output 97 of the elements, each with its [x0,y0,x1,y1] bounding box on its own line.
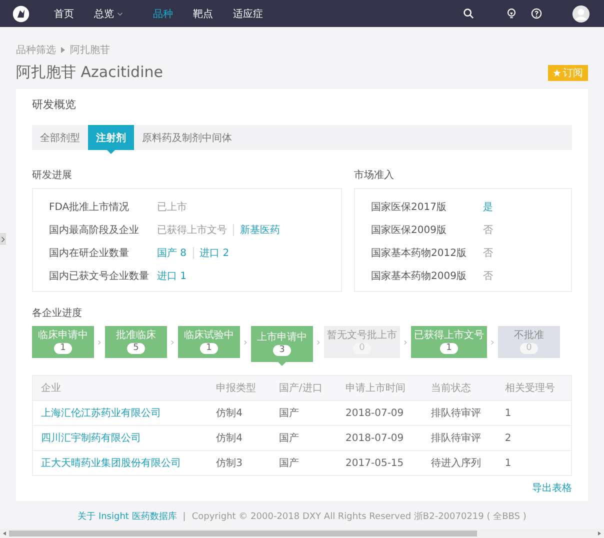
table-cell: 国产 [270,400,338,426]
nav-link[interactable]: 品种 [153,6,173,20]
stage-label: 临床申请中 [38,330,88,341]
stage-step[interactable]: 批准临床 5 [105,326,167,358]
star-icon [553,68,561,76]
help-icon[interactable] [531,8,542,19]
count-badge: 0 [520,343,538,354]
field-label: 国家基本药物2012版 [371,246,468,260]
table-cell: 2 [496,426,572,450]
table-cell: 2018-07-09 [338,426,423,450]
field-label: 国内已获文号企业数量 [49,270,150,282]
stage-step[interactable]: 暂无文号批上市 0 [324,326,400,358]
breadcrumb-link[interactable]: 阿扎胞苷 [70,43,110,57]
chevron-icon [317,340,320,344]
field-value: 否 [483,224,493,236]
count-badge: 1 [440,343,458,354]
field-value: 已获得上市文号 [157,224,227,236]
stage-step[interactable]: 已获得上市文号 1 [411,326,487,358]
table-cell: 国产 [270,450,338,476]
table-cell: 排队待审评 [422,426,497,450]
value-link[interactable]: 进口 2 [200,246,230,260]
stage-label: 批准临床 [116,330,156,341]
table-cell: 仿制4 [208,426,271,450]
field-label: 国内在研企业数量 [49,246,130,260]
tab[interactable]: 原料药及制剂中间体 [134,125,240,150]
chevron-icon [491,340,494,344]
section-title: 研发概览 [32,97,77,112]
company-link[interactable]: 上海汇伦江苏药业有限公司 [32,400,208,426]
section-title: 各企业进度 [32,306,83,320]
field-label: 国家医保2009版 [371,224,448,236]
value-link[interactable]: 是 [483,200,493,214]
table-cell: 1 [496,400,572,426]
table-cell: 仿制4 [208,400,271,426]
stage-label: 上市申请中 [257,332,307,343]
nav-link[interactable]: 首页 [54,6,74,20]
section-title: 研发进展 [32,168,73,182]
table-cell: 2018-07-09 [338,400,423,426]
chevron-icon [404,340,407,344]
count-badge: 1 [54,343,72,354]
tab[interactable]: 全部剂型 [32,125,88,150]
column-header: 当前状态 [422,376,497,400]
company-link[interactable]: 正大天晴药业集团股份有限公司 [32,450,208,476]
nav-link[interactable]: 适应症 [233,6,263,20]
separator: | [182,512,186,522]
count-badge: 1 [200,343,218,354]
page-title: 阿扎胞苷 Azacitidine [16,63,163,82]
lightbulb-icon[interactable] [506,8,517,19]
value-link[interactable]: 国产 8 [157,246,187,260]
stage-step[interactable]: 不批准 0 [498,326,560,358]
stage-label: 已获得上市文号 [414,330,484,341]
expand-arrow-icon[interactable] [0,233,6,245]
footer-link[interactable]: 关于 Insight 医药数据库 [78,510,177,523]
copyright-text: Copyright © 2000-2018 DXY All Rights Reserved 浙B2-20070219 ( 全BBS ) [192,510,526,523]
avatar-icon[interactable] [572,4,590,22]
table-cell: 国产 [270,426,338,450]
field-value: 否 [483,270,493,282]
caret-icon [117,12,123,16]
value-link[interactable]: 新基医药 [240,222,280,236]
stage-step[interactable]: 临床试验中 1 [178,326,240,358]
field-label: FDA批准上市情况 [49,200,130,214]
section-title: 市场准入 [354,168,395,182]
nav-link[interactable]: 总览 [94,6,123,20]
chevron-icon [98,340,101,344]
search-icon[interactable] [463,8,474,19]
count-badge: 0 [353,343,371,354]
table-cell: 2017-05-15 [338,450,423,476]
triangle-icon [61,47,65,53]
field-value: 已上市 [157,200,187,214]
column-header: 申报类型 [208,376,271,400]
subscribe-button[interactable]: 订阅 [548,64,588,80]
value-link[interactable]: 进口 1 [157,268,187,282]
count-badge: 3 [273,345,291,356]
table-cell: 仿制3 [208,450,271,476]
table-cell: 待进入序列 [422,450,497,476]
field-label: 国家医保2017版 [371,200,448,214]
field-label: 国家基本药物2009版 [371,270,468,282]
field-value: 否 [483,246,493,260]
stage-label: 不批准 [514,330,544,341]
chevron-icon [244,340,247,344]
field-label: 国内最高阶段及企业 [49,224,140,236]
column-header: 相关受理号 [496,376,572,400]
stage-label: 临床试验中 [184,330,234,341]
horizontal-scrollbar[interactable] [0,529,604,538]
company-link[interactable]: 四川汇宇制药有限公司 [32,426,208,450]
column-header: 企业 [32,376,208,400]
nav-link[interactable]: 靶点 [193,6,213,20]
count-badge: 5 [127,343,145,354]
breadcrumb-link[interactable]: 品种筛选 [16,43,56,57]
column-header: 申请上市时间 [338,376,423,400]
logo-icon[interactable] [12,4,30,22]
chevron-icon [171,340,174,344]
table-cell: 排队待审评 [422,400,497,426]
export-link[interactable]: 导出表格 [532,481,572,495]
table-cell: 1 [496,450,572,476]
stage-step[interactable]: 临床申请中 1 [32,326,94,358]
stage-label: 暂无文号批上市 [327,330,397,341]
column-header: 国产/进口 [270,376,338,400]
